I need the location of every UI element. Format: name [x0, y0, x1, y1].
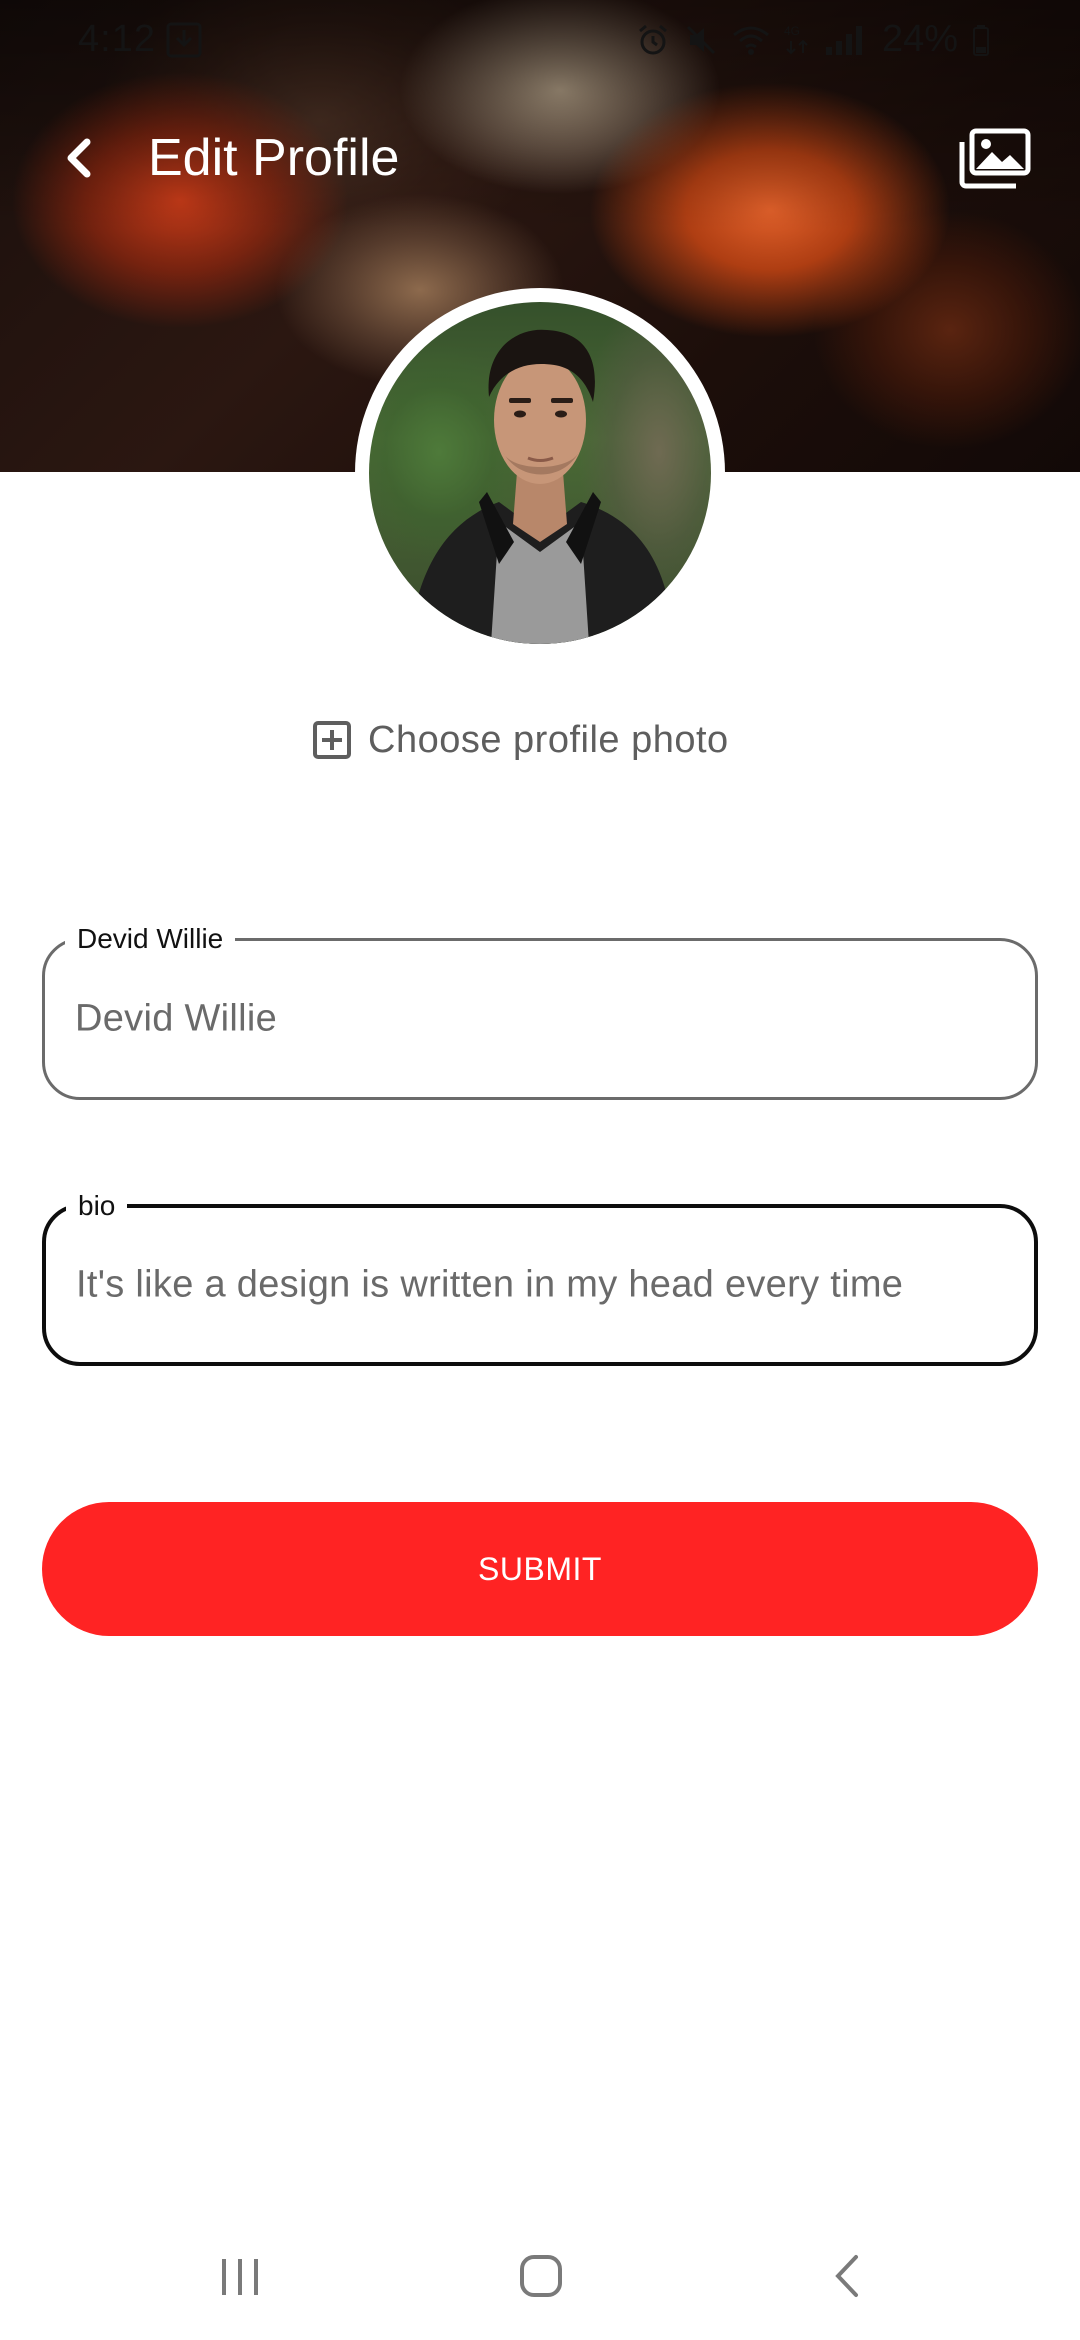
wifi-icon — [732, 26, 769, 55]
home-icon[interactable] — [518, 2253, 564, 2299]
bio-field[interactable]: bio — [42, 1186, 1038, 1366]
gallery-button[interactable] — [950, 124, 1038, 194]
page-title: Edit Profile — [148, 129, 400, 187]
status-icons: 4G 24% — [636, 18, 990, 61]
back-icon[interactable] — [828, 2253, 864, 2299]
status-time: 4:12 — [78, 18, 156, 60]
battery-level: 24% — [881, 18, 958, 60]
edit-profile-screen: 4:12 4G 24% Edit Profile Choose profile … — [0, 0, 1080, 2340]
submit-button[interactable]: SUBMIT — [42, 1502, 1038, 1636]
signal-icon — [825, 25, 862, 55]
avatar-photo — [369, 302, 711, 644]
mute-icon — [686, 25, 715, 54]
person-portrait — [409, 329, 674, 644]
alarm-icon — [638, 24, 667, 54]
download-icon — [166, 22, 202, 58]
add-box-icon — [313, 721, 351, 759]
chevron-left-icon — [67, 138, 91, 178]
battery-icon — [973, 24, 989, 56]
name-field[interactable]: Devid Willie — [42, 919, 1038, 1100]
choose-photo-label: Choose profile photo — [368, 718, 729, 761]
avatar[interactable] — [355, 288, 725, 658]
recent-apps-icon[interactable] — [218, 2255, 262, 2299]
choose-profile-photo-button[interactable]: Choose profile photo — [312, 712, 729, 768]
name-input[interactable] — [73, 996, 1011, 1042]
4g-icon: 4G — [784, 24, 808, 54]
back-button[interactable] — [52, 128, 104, 188]
bio-input[interactable] — [74, 1262, 1010, 1308]
svg-text:4G: 4G — [784, 24, 800, 38]
name-field-label: Devid Willie — [65, 919, 236, 959]
photo-gallery-icon — [959, 128, 1031, 189]
status-bar: 4:12 4G 24% — [0, 0, 1080, 84]
bio-field-label: bio — [66, 1186, 128, 1226]
